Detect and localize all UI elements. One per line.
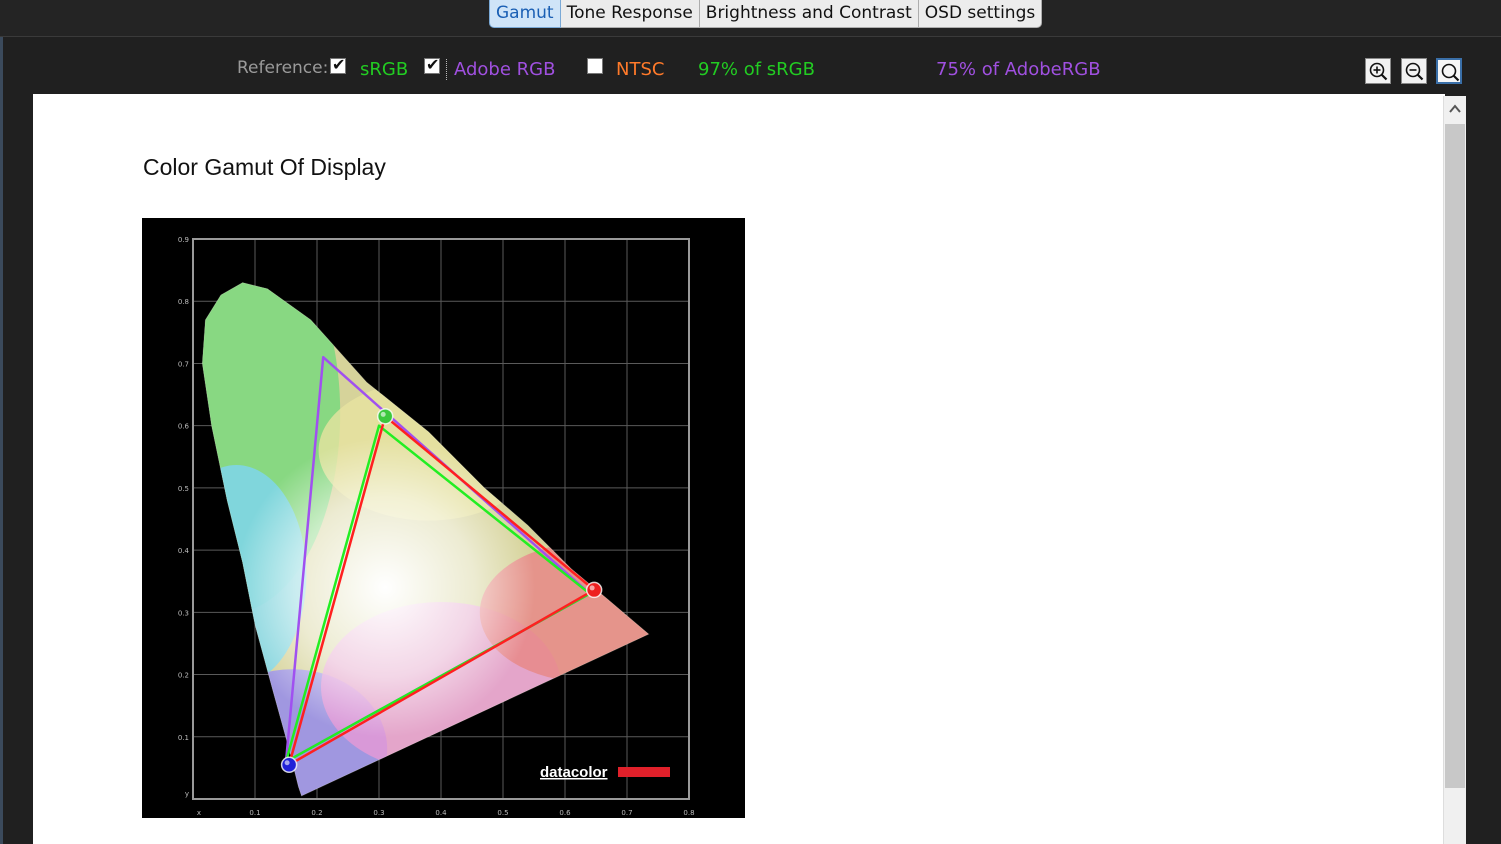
y-tick-label: 0.4 [178, 547, 190, 555]
chevron-up-icon [1449, 104, 1461, 113]
locus-fill [202, 282, 649, 796]
window-right-frame [1466, 94, 1501, 844]
tab-tone-response[interactable]: Tone Response [560, 0, 700, 28]
svg-text:datacolor: datacolor [540, 764, 608, 781]
gamut-chart: x 0.1 0.2 0.3 0.4 0.5 0.6 0.7 0.8 y 0.1 0.2 0.3 0.4 0.… [142, 218, 745, 818]
gamut-report-panel: Color Gamut Of Display x 0.1 0.2 0.3 0.4… [33, 94, 1445, 844]
zoom-in-button[interactable] [1365, 58, 1391, 84]
app-window: Gamut Tone Response Brightness and Contr… [0, 0, 1501, 844]
x-tick-label: 0.1 [249, 809, 260, 817]
y-tick-label: 0.8 [178, 298, 189, 306]
tab-osd-settings[interactable]: OSD settings [918, 0, 1043, 28]
zoom-in-icon [1369, 62, 1388, 81]
check-icon: ✔ [332, 55, 346, 74]
marker-highlight [284, 760, 290, 766]
marker-highlight [380, 411, 386, 417]
marker-highlight [589, 585, 595, 591]
reference-label: Reference: [237, 58, 329, 78]
y-tick-label: 0.7 [178, 360, 189, 368]
x-tick-label: 0.7 [621, 809, 632, 817]
x-tick-label: 0.4 [435, 809, 447, 817]
zoom-out-icon [1405, 62, 1424, 81]
x-tick-label: 0.2 [311, 809, 322, 817]
x-tick-label: 0.8 [683, 809, 694, 817]
x-tick-label: 0.6 [559, 809, 571, 817]
window-left-edge [0, 0, 3, 844]
y-tick-label: y [185, 790, 189, 798]
y-tick-label: 0.1 [178, 734, 189, 742]
zoom-fit-button[interactable] [1436, 58, 1462, 84]
datacolor-logo: datacolor [540, 764, 670, 781]
green-primary-marker [376, 408, 394, 425]
srgb-checkbox[interactable]: ✔ [330, 55, 346, 74]
reference-bar: Reference: ✔ sRGB ✔ Adobe RGB NTSC 97% o… [0, 48, 1501, 92]
srgb-label: sRGB [360, 59, 409, 80]
adobe-rgb-checkbox[interactable]: ✔ [424, 55, 440, 74]
scroll-thumb[interactable] [1445, 124, 1465, 788]
ntsc-label: NTSC [616, 59, 665, 80]
spectral-locus [201, 282, 650, 797]
y-tick-label: 0.9 [178, 236, 189, 244]
white-point-glow [235, 437, 536, 738]
zoom-out-button[interactable] [1401, 58, 1427, 84]
zoom-fit-icon [1441, 63, 1460, 82]
tab-gamut[interactable]: Gamut [489, 0, 561, 28]
x-tick-label: 0.3 [373, 809, 384, 817]
vertical-scrollbar[interactable] [1443, 96, 1466, 844]
blue-primary-marker [280, 756, 298, 774]
y-tick-label: 0.6 [178, 423, 190, 431]
cie-chart-svg: x 0.1 0.2 0.3 0.4 0.5 0.6 0.7 0.8 y 0.1 0.2 0.3 0.4 0.… [178, 236, 695, 817]
page-title: Color Gamut Of Display [143, 154, 386, 180]
tab-list: Gamut Tone Response Brightness and Contr… [489, 0, 1043, 29]
red-primary-marker [585, 581, 603, 599]
adobe-rgb-label: Adobe RGB [446, 59, 555, 80]
srgb-coverage: 97% of sRGB [698, 59, 815, 80]
ntsc-checkbox[interactable] [587, 58, 603, 74]
x-tick-label: x [197, 809, 201, 817]
y-tick-label: 0.2 [178, 672, 189, 680]
scroll-up-button[interactable] [1444, 96, 1466, 120]
adobe-coverage: 75% of AdobeRGB [936, 59, 1101, 80]
check-icon: ✔ [426, 55, 440, 74]
x-tick-label: 0.5 [497, 809, 508, 817]
y-tick-label: 0.3 [178, 609, 189, 617]
y-tick-label: 0.5 [178, 485, 189, 493]
tab-brightness-contrast[interactable]: Brightness and Contrast [699, 0, 919, 28]
tab-strip: Gamut Tone Response Brightness and Contr… [0, 0, 1501, 37]
